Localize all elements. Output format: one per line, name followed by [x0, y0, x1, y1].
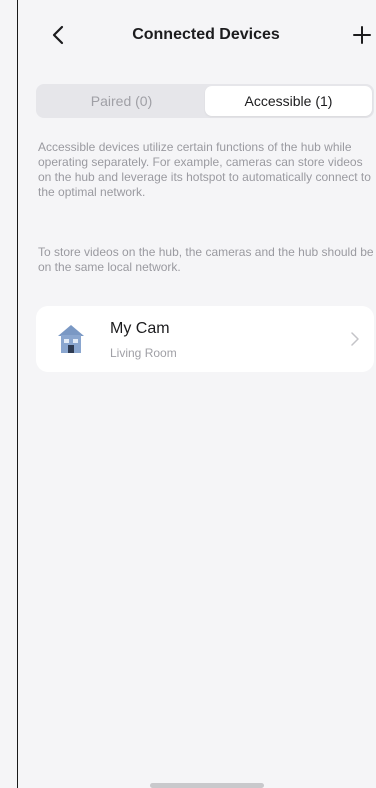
- description-paragraph: Accessible devices utilize certain funct…: [38, 140, 371, 199]
- house-icon: [58, 325, 84, 353]
- device-room: Living Room: [110, 346, 177, 360]
- device-type-segmented-control: Paired (0) Accessible (1): [36, 84, 374, 118]
- device-card-my-cam[interactable]: My Cam Living Room: [36, 306, 374, 372]
- frame-edge: [17, 0, 18, 788]
- page-title: Connected Devices: [132, 26, 280, 43]
- home-indicator: [150, 783, 264, 788]
- header-bar: Connected Devices: [18, 0, 376, 72]
- add-device-button[interactable]: [350, 22, 374, 48]
- description-paragraph: To store videos on the hub, the cameras …: [38, 245, 374, 274]
- connected-devices-screen: Connected Devices Paired (0) Accessible …: [0, 0, 376, 788]
- tab-accessible[interactable]: Accessible (1): [205, 86, 372, 116]
- plus-icon: [353, 26, 371, 44]
- tab-paired[interactable]: Paired (0): [38, 86, 205, 116]
- device-name: My Cam: [110, 320, 170, 337]
- chevron-right-icon: [351, 332, 359, 346]
